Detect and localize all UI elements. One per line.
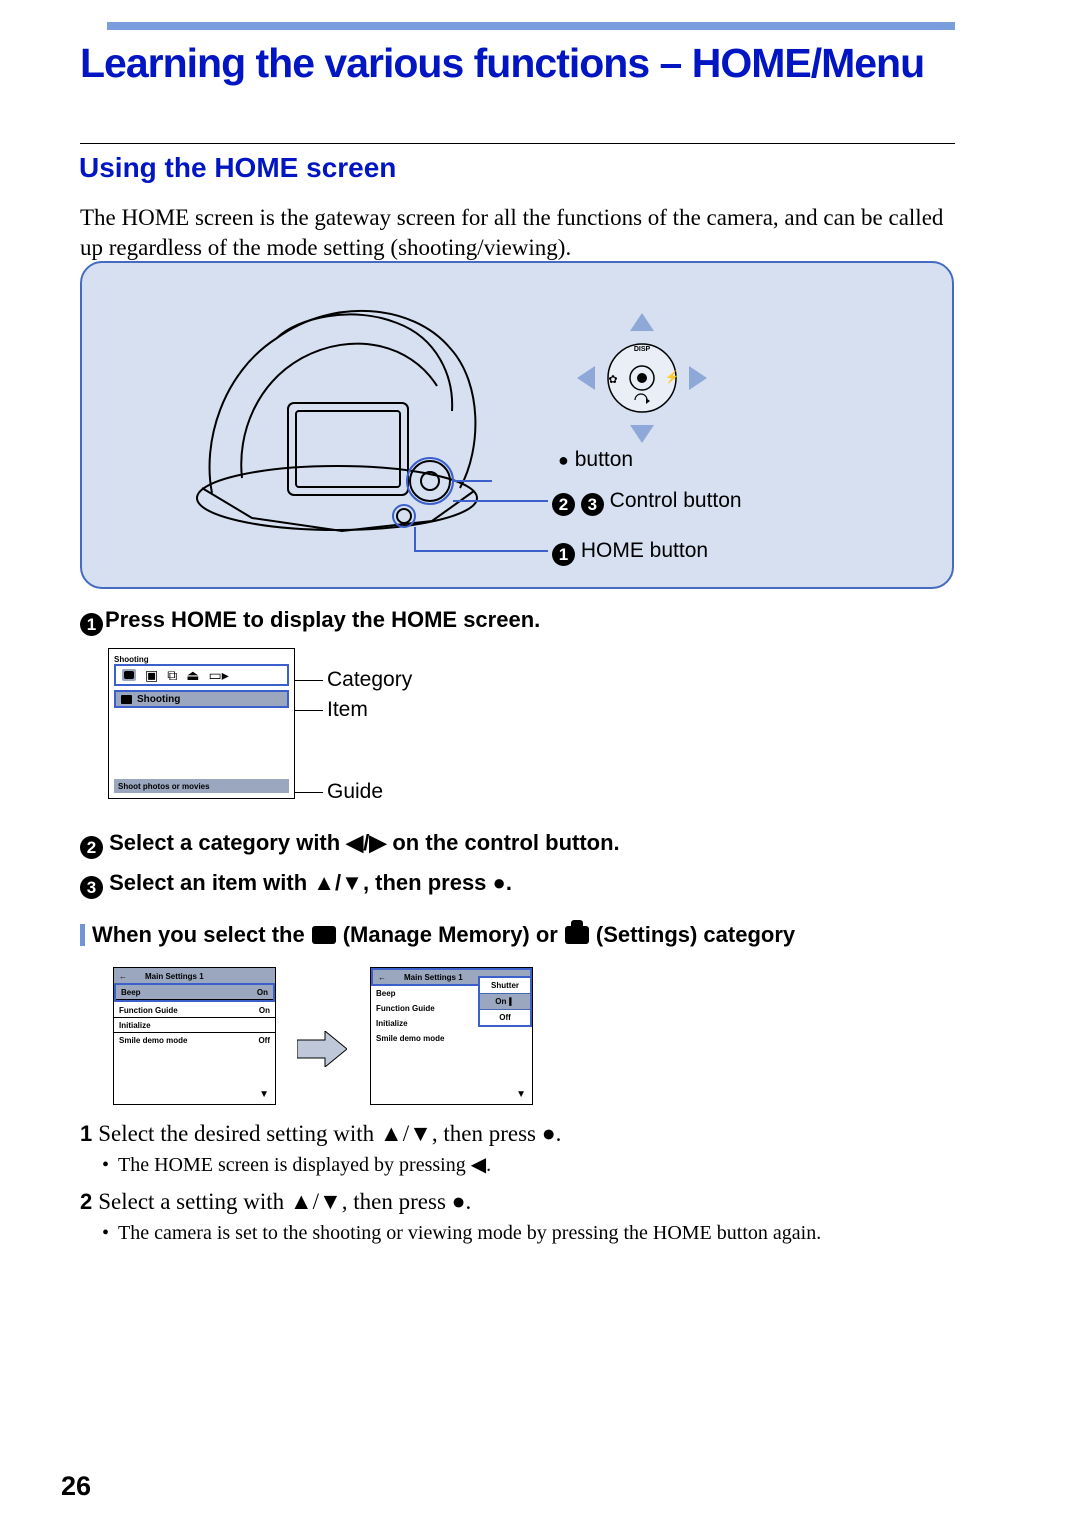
leader-line xyxy=(295,680,323,681)
page-title: Learning the various functions – HOME/Me… xyxy=(80,40,924,87)
camera-illustration xyxy=(182,283,492,543)
home-lcd-header: Shooting xyxy=(114,655,289,663)
step-3: 3 Select an item with ▲/▼, then press ●. xyxy=(80,870,960,899)
leader-line xyxy=(295,792,323,793)
settings-toolbox-icon xyxy=(565,926,589,944)
settings-header: ←Main Settings 1 xyxy=(114,968,275,984)
illustration-panel: DISP ⚡ ✿ ● button 2 3 Control button 1 H… xyxy=(80,261,954,589)
leader-line xyxy=(295,710,323,711)
heading-bar-icon xyxy=(80,924,85,946)
home-lcd-category-row: ▣ ⧉ ⏏ ▭▸ xyxy=(114,664,289,686)
svg-text:✿: ✿ xyxy=(608,374,617,386)
manage-memory-icon xyxy=(312,926,336,944)
label-center-button: ● button xyxy=(558,448,633,472)
label-item: Item xyxy=(327,698,368,722)
sub-step-1-note: The HOME screen is displayed by pressing… xyxy=(118,1152,958,1179)
sub-step-2: 2Select a setting with ▲/▼, then press ●… xyxy=(80,1186,960,1217)
label-guide: Guide xyxy=(327,780,383,804)
sub-step-1: 1Select the desired setting with ▲/▼, th… xyxy=(80,1118,960,1149)
step-1: 1Press HOME to display the HOME screen. xyxy=(80,607,960,636)
scroll-down-icon: ▼ xyxy=(516,1089,526,1100)
section-title: Using the HOME screen xyxy=(79,152,396,184)
page-number: 26 xyxy=(61,1471,91,1502)
intro-text: The HOME screen is the gateway screen fo… xyxy=(80,203,960,263)
scroll-down-icon: ▼ xyxy=(259,1089,269,1100)
leader-line xyxy=(453,500,548,502)
header-bar xyxy=(107,22,955,30)
transition-arrow-icon xyxy=(297,1031,347,1067)
leader-line xyxy=(414,527,416,550)
svg-text:DISP: DISP xyxy=(634,346,651,353)
leader-line xyxy=(414,550,548,552)
settings-screen-before: ←Main Settings 1 BeepOn Function GuideOn… xyxy=(113,967,276,1105)
label-category: Category xyxy=(327,668,412,692)
label-home-button: 1 HOME button xyxy=(552,539,708,566)
home-lcd-guide-row: Shoot photos or movies xyxy=(114,779,289,793)
home-lcd-item-row: Shooting xyxy=(114,690,289,708)
control-pad-illustration: DISP ⚡ ✿ xyxy=(577,313,707,443)
sub-step-2-note: The camera is set to the shooting or vie… xyxy=(118,1220,958,1247)
home-screen-illustration: Shooting ▣ ⧉ ⏏ ▭▸ Shooting Shoot photos … xyxy=(108,648,295,799)
section-rule xyxy=(80,143,955,144)
settings-options-popup: Shutter On▍ Off xyxy=(478,976,532,1027)
label-control-button: 2 3 Control button xyxy=(552,489,742,516)
svg-text:⚡: ⚡ xyxy=(665,370,680,384)
step-2: 2 Select a category with ◀/▶ on the cont… xyxy=(80,830,960,859)
subheading-manage-memory-settings: When you select the (Manage Memory) or (… xyxy=(80,922,960,948)
